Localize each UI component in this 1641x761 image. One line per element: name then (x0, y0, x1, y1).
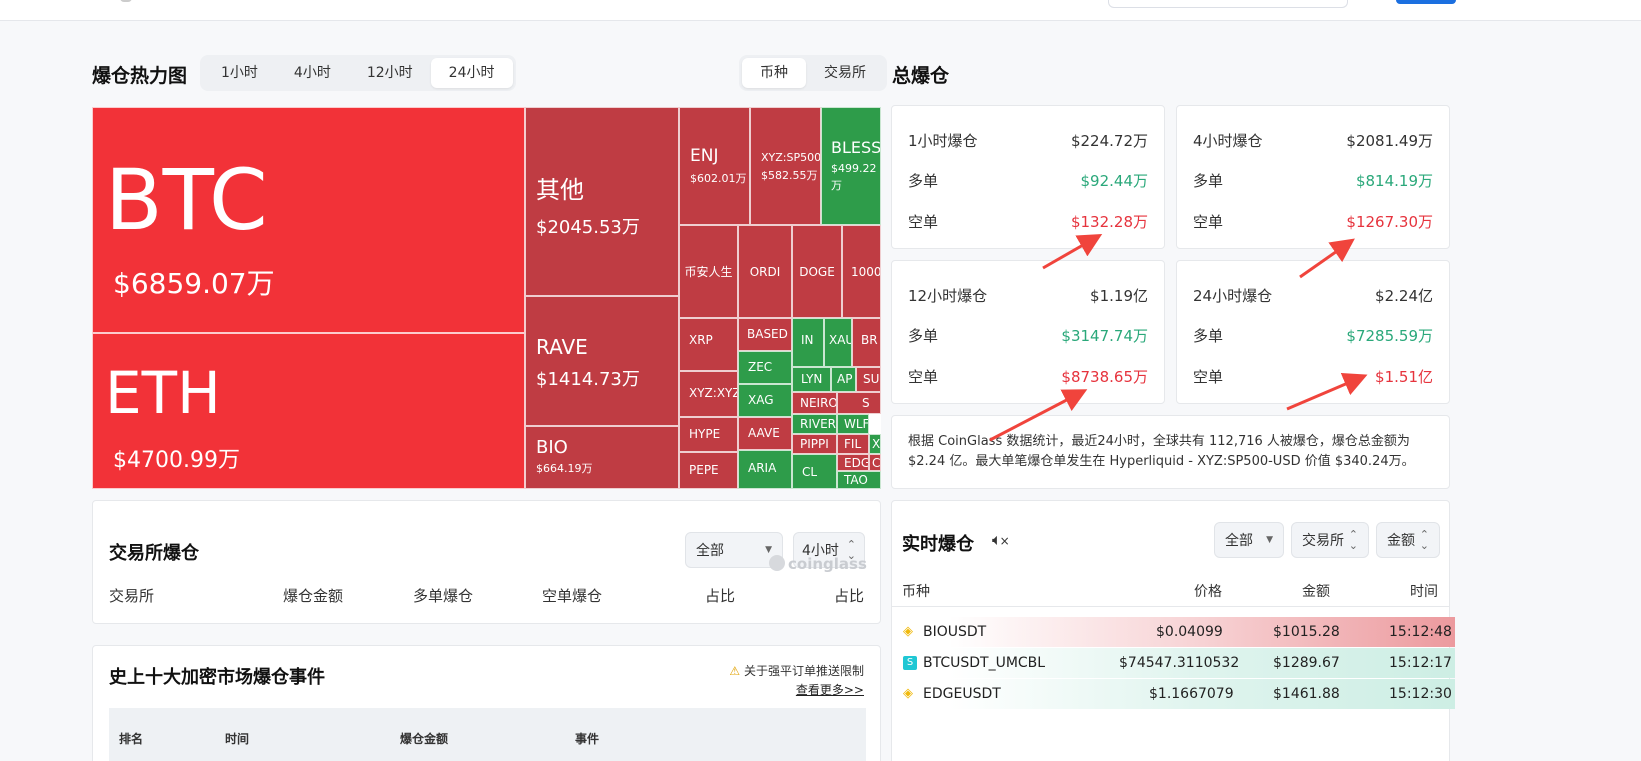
tab-12h[interactable]: 12小时 (349, 58, 431, 88)
stat-card-4h: 4小时爆仓 $2081.49万 多单 $814.19万 空单 $1267.30万 (1176, 105, 1450, 249)
col-long[interactable]: 多单爆仓 (413, 585, 473, 606)
heatmap-tile[interactable]: TAO (837, 471, 881, 489)
heatmap-tile[interactable]: NEIRO (792, 392, 837, 414)
binance-icon: ◈ (903, 624, 913, 639)
heatmap-tile[interactable]: ARIA (738, 450, 792, 489)
top10-card: 史上十大加密市场爆仓事件 ⚠ 关于强平订单推送限制 查看更多>> 排名 时间 爆… (92, 645, 881, 761)
search-input[interactable] (1108, 0, 1348, 8)
heatmap-tile[interactable]: BR (852, 318, 881, 367)
heatmap-tile[interactable]: RIVER (792, 414, 837, 434)
realtime-exchange-select[interactable]: 交易所 ⌃ ⌄ (1291, 522, 1369, 558)
col-short[interactable]: 空单爆仓 (542, 585, 602, 606)
heatmap-tile[interactable]: ZEC (738, 351, 792, 384)
heatmap-tile[interactable]: BTC $6859.07万 (92, 107, 525, 333)
warning-icon: ⚠ (729, 664, 741, 678)
heatmap-tile[interactable]: BLESS $499.22万 (821, 107, 881, 225)
heatmap-tile[interactable]: SU (856, 367, 881, 392)
col-amount[interactable]: 爆仓金额 (283, 585, 343, 606)
heatmap-tile[interactable]: XAU (824, 318, 852, 367)
tab-4h[interactable]: 4小时 (276, 58, 349, 88)
heatmap-tile[interactable]: XAG (738, 384, 792, 417)
heatmap-tile[interactable]: ENJ $602.01万 (679, 107, 750, 225)
heatmap-tile[interactable]: ETH $4700.99万 (92, 333, 525, 489)
heatmap-tile[interactable]: 币安人生 (679, 225, 738, 318)
realtime-amount-select[interactable]: 金额 ⌃ ⌄ (1376, 522, 1440, 558)
logo-fragment (120, 0, 132, 2)
heatmap-tile[interactable]: DOGE (792, 225, 842, 318)
heatmap-tile[interactable]: AP (831, 367, 856, 392)
heatmap-tile[interactable]: XRP (679, 318, 738, 371)
caret-down-icon: ▼ (765, 545, 772, 555)
tab-1h[interactable]: 1小时 (203, 58, 276, 88)
heatmap-tile[interactable]: S (837, 392, 881, 414)
exchange-card: 交易所爆仓 全部 ▼ 4小时 ⌃ ⌄ coinglass 交易所 爆仓金额 多单爆仓 … (92, 500, 881, 624)
summary-card: 根据 CoinGlass 数据统计，最近24小时，全球共有 112,716 人被… (891, 415, 1450, 489)
heatmap-tile[interactable]: WLF (837, 414, 869, 434)
heatmap-tile[interactable]: AAVE (738, 417, 792, 450)
realtime-title: 实时爆仓 (902, 534, 974, 555)
tab-exchange[interactable]: 交易所 (806, 58, 884, 88)
col-amount[interactable]: 金额 (1302, 581, 1330, 601)
realtime-card: 实时爆仓 🔈︎× 全部 ▼ 交易所 ⌃ ⌄ 金额 ⌃ ⌄ 币种 价格 金额 时间 ◈ BI… (891, 500, 1455, 761)
total-title: 总爆仓 (892, 65, 950, 87)
mute-speaker-icon[interactable]: 🔈︎× (992, 530, 1010, 550)
heatmap-tile[interactable]: 1000 (842, 225, 881, 318)
heatmap-tile[interactable]: CL (792, 454, 837, 489)
realtime-filter-select[interactable]: 全部 ▼ (1214, 522, 1284, 558)
coinglass-logo-icon (769, 555, 785, 571)
col-ratio-2[interactable]: 占比 (834, 585, 864, 606)
heatmap-tile[interactable]: PEPE (679, 452, 738, 489)
heatmap-tile[interactable]: LYN (792, 367, 831, 392)
heatmap-tile[interactable]: IN (792, 318, 824, 367)
realtime-row[interactable]: ◈ EDGEUSDT $1.1667079 $1461.88 15:12:30 (893, 679, 1455, 709)
heatmap-tile[interactable]: XYZ:XYZ (679, 371, 738, 417)
caret-down-icon: ▼ (1266, 535, 1273, 545)
heatmap-tile[interactable]: PIPPI (792, 434, 837, 454)
top10-title: 史上十大加密市场爆仓事件 (109, 667, 325, 688)
view-tabs: 币种 交易所 (739, 55, 887, 91)
heatmap-title: 爆仓热力图 (92, 65, 188, 87)
heatmap-tile[interactable]: X (869, 434, 881, 454)
heatmap-tile[interactable]: 其他 $2045.53万 (525, 107, 679, 296)
tab-coin[interactable]: 币种 (742, 58, 806, 88)
heatmap-tile[interactable]: C (869, 454, 881, 471)
stat-card-1h: 1小时爆仓 $224.72万 多单 $92.44万 空单 $132.28万 (891, 105, 1165, 249)
exchange-title: 交易所爆仓 (109, 543, 199, 564)
heatmap-tile[interactable]: FIL (837, 434, 869, 454)
stat-card-12h: 12小时爆仓 $1.19亿 多单 $3147.74万 空单 $8738.65万 (891, 260, 1165, 404)
notice-link[interactable]: ⚠ 关于强平订单推送限制 (729, 662, 864, 679)
heatmap-tile[interactable]: RAVE $1414.73万 (525, 296, 679, 426)
heatmap-tile[interactable]: ORDI (738, 225, 792, 318)
heatmap-tile[interactable]: XYZ:SP500 $582.55万 (750, 107, 821, 225)
heatmap-tile[interactable]: BASED (738, 318, 792, 351)
top-navbar (0, 0, 1641, 21)
sort-updown-icon: ⌃ ⌄ (1348, 528, 1358, 552)
heatmap-tile[interactable]: BIO $664.19万 (525, 426, 679, 489)
col-ratio[interactable]: 占比 (705, 585, 735, 606)
realtime-row[interactable]: ◈ BIOUSDT $0.04099 $1015.28 15:12:48 (893, 617, 1455, 647)
binance-icon: ◈ (903, 686, 913, 701)
liquidation-heatmap: BTC $6859.07万 ETH $4700.99万 其他 $2045.53万… (92, 107, 881, 489)
stat-card-24h: 24小时爆仓 $2.24亿 多单 $7285.59万 空单 $1.51亿 (1176, 260, 1450, 404)
summary-text: 根据 CoinGlass 数据统计，最近24小时，全球共有 112,716 人被… (908, 434, 1415, 469)
col-exchange[interactable]: 交易所 (109, 585, 154, 606)
col-symbol[interactable]: 币种 (902, 581, 930, 601)
coinglass-watermark: coinglass (769, 555, 867, 573)
top10-table-header: 排名 时间 爆仓金额 事件 (109, 708, 866, 761)
tab-24h[interactable]: 24小时 (430, 58, 513, 88)
col-time[interactable]: 时间 (1410, 581, 1438, 601)
realtime-row[interactable]: S BTCUSDT_UMCBL $74547.3110532 $1289.67 … (893, 648, 1455, 678)
time-tabs: 1小时 4小时 12小时 24小时 (200, 55, 516, 91)
col-price[interactable]: 价格 (1194, 581, 1222, 601)
sort-updown-icon: ⌃ ⌄ (1419, 528, 1429, 552)
heatmap-tile[interactable]: HYPE (679, 417, 738, 452)
top-action-button[interactable] (1396, 0, 1456, 4)
bitget-icon: S (903, 656, 917, 670)
heatmap-tile[interactable]: EDG (837, 454, 869, 471)
see-more-link[interactable]: 查看更多>> (796, 681, 864, 698)
